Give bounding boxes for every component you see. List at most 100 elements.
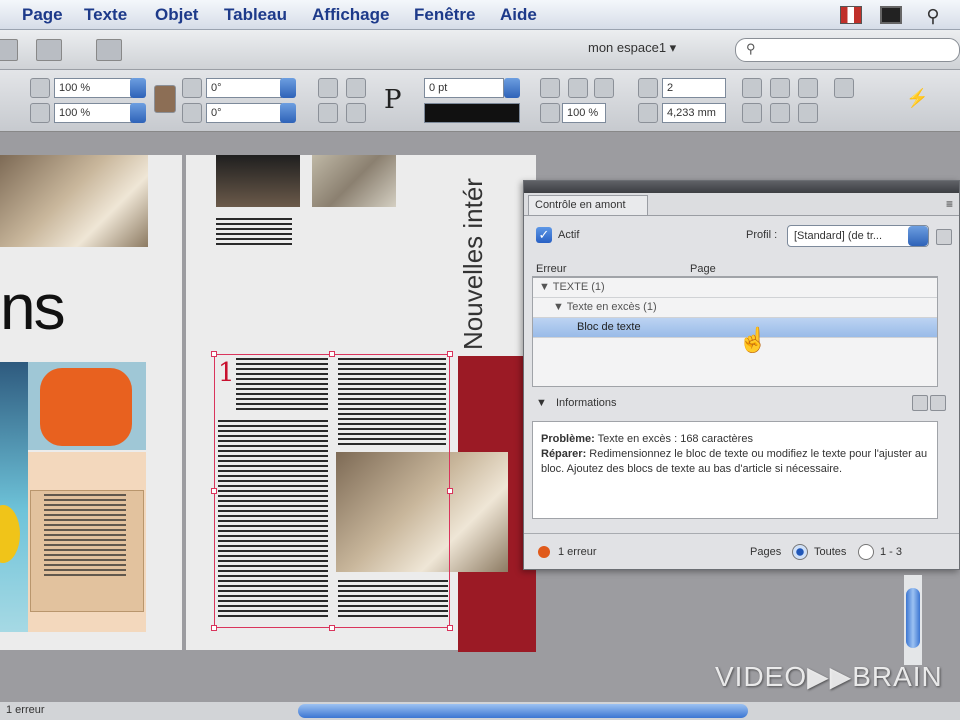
menu-objet[interactable]: Objet (155, 5, 198, 25)
frame-handle-tl[interactable] (211, 351, 217, 357)
spotlight-search-icon[interactable]: ⚲ (922, 6, 944, 26)
table-photo-left (0, 155, 148, 247)
menu-affichage[interactable]: Affichage (312, 5, 389, 25)
pages-range-field[interactable]: 1 - 3 (880, 546, 902, 558)
justify-vertical-icon[interactable] (834, 78, 854, 98)
pages-all-label: Toutes (814, 546, 847, 558)
view-options-icon[interactable] (0, 39, 18, 61)
problem-label: Problème: (541, 433, 595, 445)
opacity-icon (540, 103, 560, 123)
menu-bar: Page Texte Objet Tableau Affichage Fenêt… (0, 0, 960, 30)
align-top-icon[interactable] (742, 78, 762, 98)
info-section-header[interactable]: ▼ Informations (532, 395, 946, 413)
arrange-documents-icon[interactable] (96, 39, 122, 61)
error-tree: ▼ TEXTE (1) ▼ Texte en excès (1) Bloc de… (532, 277, 938, 387)
fix-label: Réparer: (541, 448, 587, 460)
info-next-icon[interactable] (930, 395, 946, 411)
scale-y-field[interactable]: 100 % (54, 103, 132, 123)
pages-label: Pages (750, 546, 782, 558)
distribute-center-icon[interactable] (770, 103, 790, 123)
constrain-proportions-icon[interactable] (154, 85, 176, 113)
tree-row-overset[interactable]: ▼ Texte en excès (1) (533, 298, 937, 318)
rotate-cw-icon[interactable] (318, 78, 338, 98)
active-label: Actif (558, 229, 580, 241)
videobrain-watermark: VIDEO▶▶BRAIN (715, 661, 943, 692)
effects-icon[interactable] (594, 78, 614, 98)
frame-handle-mr[interactable] (447, 488, 453, 494)
vertical-scrollbar-thumb[interactable] (906, 588, 920, 648)
profile-options-icon[interactable] (936, 229, 952, 245)
menu-fenetre[interactable]: Fenêtre (414, 5, 475, 25)
shear-stepper[interactable] (280, 103, 296, 123)
align-bottom-icon[interactable] (798, 78, 818, 98)
rotate-stepper[interactable] (280, 78, 296, 98)
pages-range-radio[interactable] (858, 544, 874, 560)
stroke-type-select[interactable] (424, 103, 520, 123)
hand-cursor-icon: ☝ (738, 327, 768, 354)
active-checkbox[interactable]: ✓ (536, 227, 552, 243)
gutter-field[interactable]: 4,233 mm (662, 103, 726, 123)
menu-aide[interactable]: Aide (500, 5, 537, 25)
scale-x-stepper[interactable] (130, 78, 146, 98)
frame-handle-tc[interactable] (329, 351, 335, 357)
tree-row-texte[interactable]: ▼ TEXTE (1) (533, 278, 937, 298)
rotate-field[interactable]: 0° (206, 78, 282, 98)
pages-all-radio[interactable] (792, 544, 808, 560)
shear-field[interactable]: 0° (206, 103, 282, 123)
flip-vertical-icon[interactable] (346, 103, 366, 123)
scale-x-icon (30, 78, 50, 98)
scale-y-icon (30, 103, 50, 123)
scale-x-field[interactable]: 100 % (54, 78, 132, 98)
panel-menu-icon[interactable]: ≡ (946, 197, 953, 211)
info-toggle-icon[interactable]: ▼ (536, 397, 547, 409)
flip-horizontal-icon[interactable] (318, 103, 338, 123)
tree-column-header: Erreur Page (532, 261, 938, 277)
stroke-weight-stepper[interactable] (504, 78, 520, 98)
plant-photo (312, 155, 396, 207)
lightning-icon[interactable]: ⚡ (906, 88, 928, 108)
profile-dropdown-arrow[interactable] (908, 226, 928, 246)
distribute-top-icon[interactable] (742, 103, 762, 123)
drop-shadow-icon[interactable] (568, 78, 588, 98)
error-status-icon (538, 546, 550, 558)
frame-handle-bc[interactable] (329, 625, 335, 631)
preflight-panel: Contrôle en amont ≡ ✓ Actif Profil : [St… (523, 180, 960, 570)
scale-y-stepper[interactable] (130, 103, 146, 123)
selected-text-frame[interactable] (214, 354, 450, 628)
menu-texte[interactable]: Texte (84, 5, 127, 25)
language-flag-icon[interactable] (840, 6, 862, 24)
zoom-options-icon[interactable] (36, 39, 62, 61)
opacity-field[interactable]: 100 % (562, 103, 606, 123)
tree-row-text-frame[interactable]: Bloc de texte (533, 318, 937, 338)
status-error-text[interactable]: 1 erreur (6, 704, 45, 716)
tab-preflight[interactable]: Contrôle en amont (528, 195, 648, 215)
text-frame-options-icon[interactable] (638, 78, 658, 98)
display-icon[interactable] (880, 6, 902, 24)
profile-label: Profil : (746, 229, 778, 241)
menu-tableau[interactable]: Tableau (224, 5, 287, 25)
vertical-headline: Nouvelles intér (458, 178, 488, 350)
room-photo (216, 155, 300, 207)
distribute-bottom-icon[interactable] (798, 103, 818, 123)
align-center-icon[interactable] (770, 78, 790, 98)
panel-titlebar[interactable] (524, 181, 959, 193)
stroke-weight-field[interactable]: 0 pt (424, 78, 504, 98)
horizontal-scrollbar-thumb[interactable] (298, 704, 748, 718)
frame-handle-tr[interactable] (447, 351, 453, 357)
rotate-ccw-icon[interactable] (346, 78, 366, 98)
frame-handle-bl[interactable] (211, 625, 217, 631)
info-label: Informations (556, 397, 617, 409)
frame-handle-br[interactable] (447, 625, 453, 631)
column-error[interactable]: Erreur (536, 263, 567, 275)
menu-page[interactable]: Page (22, 5, 63, 25)
columns-field[interactable]: 2 (662, 78, 726, 98)
info-prev-icon[interactable] (912, 395, 928, 411)
frame-handle-ml[interactable] (211, 488, 217, 494)
info-box: Problème: Texte en excès : 168 caractère… (532, 421, 938, 519)
fix-text: Redimensionnez le bloc de texte ou modif… (541, 448, 928, 475)
sidebar-text (44, 494, 126, 576)
search-input[interactable]: ⚲ (735, 38, 960, 62)
fit-content-icon[interactable] (540, 78, 560, 98)
workspace-switcher[interactable]: mon espace1 ▾ (588, 40, 718, 60)
column-page[interactable]: Page (690, 263, 716, 275)
